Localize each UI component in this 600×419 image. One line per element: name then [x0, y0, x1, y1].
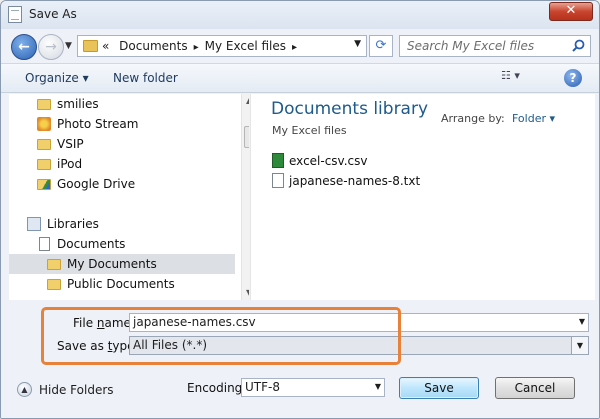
chevron-down-icon[interactable]: ▼	[571, 337, 588, 354]
file-list-pane: Documents library My Excel files Arrange…	[255, 94, 595, 300]
organize-menu[interactable]: Organize ▾	[25, 71, 89, 85]
nav-item-ipod[interactable]: iPod	[9, 154, 235, 174]
breadcrumb-overflow[interactable]: «	[102, 39, 109, 53]
nav-item-label: Public Documents	[67, 277, 175, 291]
nav-item-vsip[interactable]: VSIP	[9, 134, 235, 154]
nav-item-public-documents[interactable]: Public Documents	[9, 274, 235, 294]
arrange-by-label: Arrange by:	[441, 112, 505, 125]
command-bar: Organize ▾ New folder ☷ ▾ ?	[1, 63, 599, 93]
back-button[interactable]: ←	[11, 34, 37, 60]
nav-item-libraries[interactable]: Libraries	[9, 214, 235, 234]
nav-item-photo-stream[interactable]: Photo Stream	[9, 114, 235, 134]
nav-item-label: Photo Stream	[57, 117, 139, 131]
google-drive-icon	[37, 179, 51, 190]
scroll-thumb[interactable]	[244, 126, 249, 148]
chevron-down-icon[interactable]: ▼	[354, 39, 361, 49]
nav-item-documents[interactable]: Documents	[9, 234, 235, 254]
nav-item-label: VSIP	[57, 137, 84, 151]
search-input[interactable]: Search My Excel files	[399, 35, 591, 57]
encoding-select[interactable]: UTF-8 ▼	[241, 378, 385, 397]
highlight-annotation	[41, 307, 401, 365]
title-bar[interactable]: Save As ✕	[1, 1, 599, 29]
library-subtitle: My Excel files	[272, 124, 347, 137]
nav-item-my-documents[interactable]: My Documents	[9, 254, 235, 274]
search-icon[interactable]	[570, 38, 586, 54]
navigation-bar: ← → ▼ « Documents ▸ My Excel files ▸ ▼ ⟳ Se…	[1, 29, 599, 63]
save-as-dialog: Save As ✕ ← → ▼ « Documents ▸ My Excel fil…	[0, 0, 600, 419]
encoding-label: Encoding:	[187, 381, 247, 395]
chevron-right-icon[interactable]: ▸	[292, 42, 297, 53]
scroll-up-icon[interactable]: ▲	[246, 96, 249, 105]
nav-scrollbar[interactable]: ▲ ▼	[241, 94, 249, 300]
nav-item-label: My Documents	[67, 257, 157, 271]
refresh-button[interactable]: ⟳	[369, 35, 393, 57]
documents-icon	[39, 237, 50, 251]
photo-stream-icon	[37, 117, 51, 131]
cancel-button[interactable]: Cancel	[495, 377, 575, 399]
nav-item-smilies[interactable]: smilies	[9, 94, 235, 114]
folder-icon	[47, 279, 61, 290]
change-view-button[interactable]: ☷ ▾	[501, 69, 537, 89]
breadcrumb-documents[interactable]: Documents	[119, 39, 187, 53]
chevron-up-icon: ▲	[17, 382, 32, 397]
navigation-pane: smilies Photo Stream VSIP iPod Google Dr…	[9, 94, 249, 300]
encoding-value: UTF-8	[245, 380, 280, 394]
scroll-down-icon[interactable]: ▼	[246, 288, 249, 297]
nav-item-label: iPod	[57, 157, 83, 171]
nav-item-google-drive[interactable]: Google Drive	[9, 174, 235, 194]
chevron-down-icon[interactable]: ▼	[375, 382, 381, 391]
folder-icon	[37, 159, 51, 170]
address-bar[interactable]: « Documents ▸ My Excel files ▸ ▼	[77, 35, 367, 57]
forward-button[interactable]: →	[38, 34, 64, 60]
recent-locations-dropdown[interactable]: ▼	[65, 41, 72, 51]
folder-icon	[37, 99, 51, 110]
folder-icon	[47, 259, 61, 270]
chevron-down-icon[interactable]: ▼	[579, 317, 585, 326]
folder-icon	[83, 40, 98, 52]
file-item-excel-csv[interactable]: excel-csv.csv	[272, 152, 472, 170]
close-button[interactable]: ✕	[549, 2, 593, 21]
save-button[interactable]: Save	[399, 377, 479, 399]
window-title: Save As	[29, 7, 77, 21]
file-name: japanese-names-8.txt	[289, 174, 421, 188]
arrange-by-dropdown[interactable]: Folder ▾	[512, 112, 555, 125]
chevron-right-icon[interactable]: ▸	[194, 42, 199, 53]
excel-file-icon	[272, 153, 284, 168]
nav-item-label: Libraries	[47, 217, 99, 231]
nav-item-label: Documents	[57, 237, 126, 251]
hide-folders-label: Hide Folders	[39, 383, 114, 397]
breadcrumb-my-excel-files[interactable]: My Excel files	[205, 39, 286, 53]
text-file-icon	[272, 173, 284, 188]
breadcrumb: « Documents ▸ My Excel files ▸	[102, 39, 303, 53]
search-placeholder: Search My Excel files	[407, 39, 535, 53]
nav-item-label: Google Drive	[57, 177, 136, 191]
nav-item-label: smilies	[57, 97, 99, 111]
new-folder-button[interactable]: New folder	[113, 71, 178, 85]
help-icon[interactable]: ?	[564, 69, 582, 87]
libraries-icon	[27, 217, 41, 231]
file-item-japanese-names[interactable]: japanese-names-8.txt	[272, 172, 472, 190]
file-name: excel-csv.csv	[289, 154, 368, 168]
library-title: Documents library	[271, 99, 429, 119]
document-icon	[8, 6, 22, 23]
folder-icon	[37, 139, 51, 150]
